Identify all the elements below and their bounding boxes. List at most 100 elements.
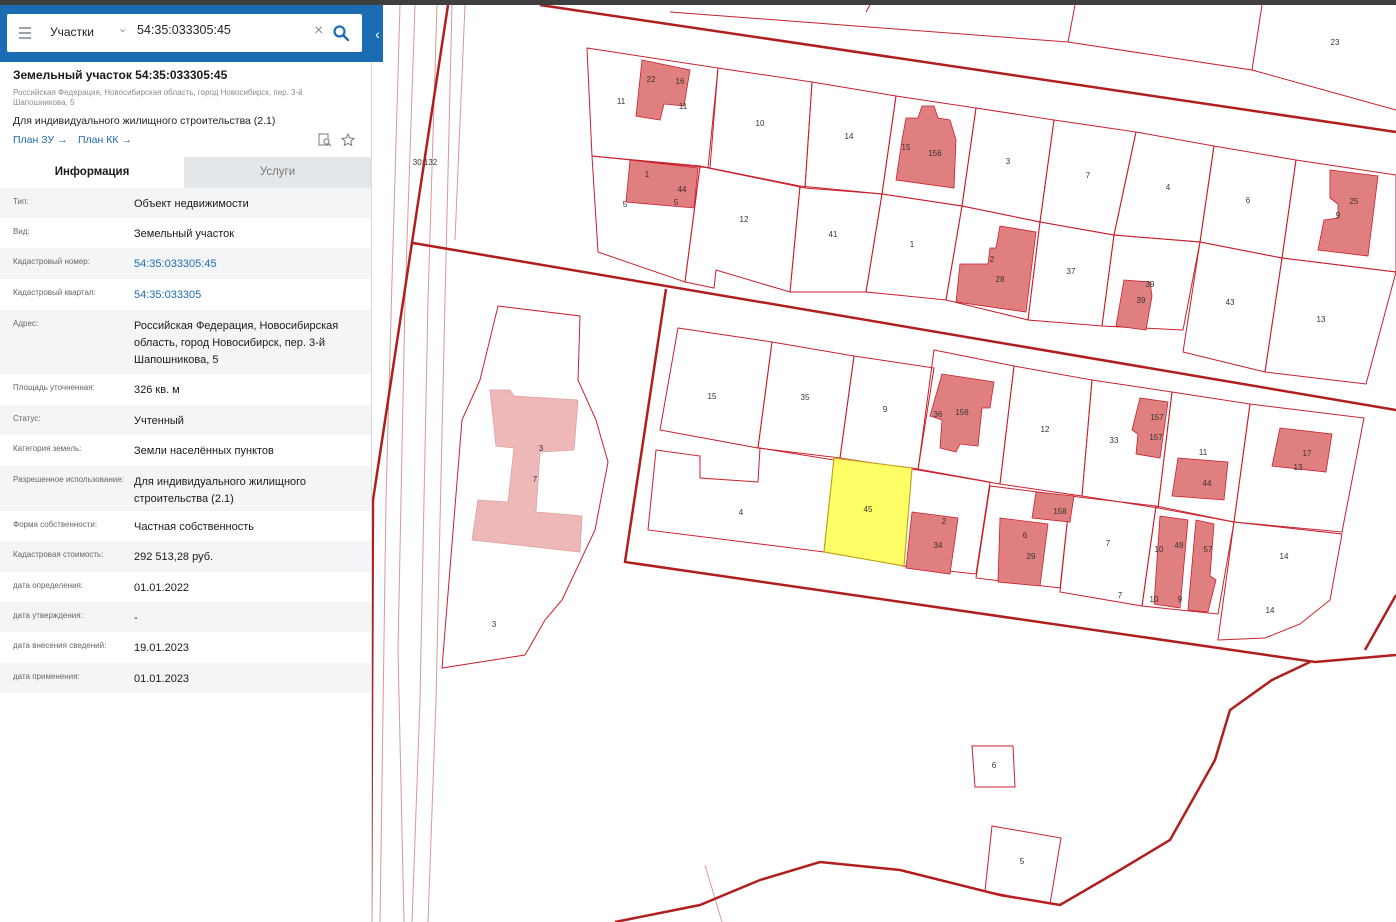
neighbor-building	[471, 389, 583, 553]
tab-information[interactable]: Информация	[0, 157, 184, 188]
row-value: 326 кв. м	[134, 384, 180, 396]
table-row: Вид: Земельный участок	[0, 218, 371, 248]
parcel-number-label: 11	[679, 102, 688, 111]
parcel-number-label: 3	[492, 620, 497, 629]
row-key: Площадь уточненная:	[13, 383, 95, 392]
parcel-number-label: 39	[1146, 280, 1155, 289]
parcel-number-label: 13	[1294, 463, 1303, 472]
row-key: Кадастровый номер:	[13, 257, 90, 266]
row-value: Частная собственность	[134, 521, 255, 533]
info-panel: Участки ⌄ × ‹ Земельный участок 54:35:03…	[0, 5, 383, 922]
parcel-number-label: 5	[674, 198, 679, 207]
parcel-number-label: 43	[1226, 298, 1235, 307]
table-row: Тип: Объект недвижимости	[0, 188, 371, 218]
row-value: 292 513,28 руб.	[134, 551, 214, 563]
block-boundary	[412, 241, 1396, 412]
parcel-number-label: 2	[990, 255, 995, 264]
row-value: Объект недвижимости	[134, 198, 249, 210]
row-key: Кадастровая стоимость:	[13, 550, 104, 559]
parcel-number-label: 3	[539, 444, 544, 453]
row-key: Статус:	[13, 414, 41, 423]
search-input[interactable]	[137, 23, 307, 37]
row-key: дата определения:	[13, 581, 84, 590]
parcel-number-label: 39	[1137, 296, 1146, 305]
parcel-number-label: 9	[1336, 211, 1341, 220]
table-row: Кадастровый номер: 54:35:033305:45	[0, 248, 371, 279]
plan-zu-link[interactable]: План ЗУ →	[13, 134, 68, 146]
row-value: Земельный участок	[134, 228, 235, 240]
parcel-number-label: 158	[1053, 507, 1067, 516]
row-value: 01.01.2023	[134, 673, 190, 685]
parcel-number-label: 4	[1166, 183, 1171, 192]
parcel-number-label: 157	[1150, 413, 1164, 422]
parcel-number-label: 17	[1303, 449, 1312, 458]
road-line	[704, 864, 723, 922]
parcel-number-label: 4	[739, 508, 744, 517]
row-value: -	[134, 612, 138, 624]
parcel-number-label: 44	[1203, 479, 1212, 488]
row-key: дата утверждения:	[13, 611, 83, 620]
road-line	[397, 4, 416, 922]
road-line	[454, 4, 466, 241]
parcel-number-label: 6	[1246, 196, 1251, 205]
row-key: Категория земель:	[13, 444, 82, 453]
plan-kk-link[interactable]: План КК →	[78, 134, 132, 146]
cadastral-quarter-link[interactable]: 54:35:033305	[134, 287, 364, 304]
road-line	[379, 4, 401, 922]
layer-select[interactable]: Участки	[50, 25, 94, 39]
parcel-number-label: 44	[678, 185, 687, 194]
parcel-number-label: 45	[864, 505, 873, 514]
table-row: Площадь уточненная: 326 кв. м	[0, 374, 371, 405]
search-bar: Участки ⌄ × ‹	[0, 5, 383, 62]
parcel-purpose: Для индивидуального жилищного строительс…	[13, 115, 276, 127]
chevron-down-icon[interactable]: ⌄	[118, 22, 127, 35]
map-labels: 30:132231122 16111014151563746 2591445 5124…	[413, 38, 1359, 866]
row-key: Форма собственности:	[13, 520, 98, 529]
row-key: дата внесения сведений:	[13, 641, 107, 650]
parcel-number-label: 10	[756, 119, 765, 128]
parcel-number-label: 10	[1150, 595, 1159, 604]
search-icon[interactable]	[332, 24, 350, 42]
parcel-number-label: 6	[992, 761, 997, 770]
parcel-number-label: 14	[1280, 552, 1289, 561]
parcel-number-label: 57	[1204, 545, 1213, 554]
block-boundary	[369, 4, 450, 922]
table-row: Кадастровая стоимость: 292 513,28 руб.	[0, 541, 371, 572]
tab-services[interactable]: Услуги	[184, 157, 371, 188]
parcel-number-label: 41	[829, 230, 838, 239]
cadastral-number-link[interactable]: 54:35:033305:45	[134, 256, 364, 273]
parcel-number-label: 16	[676, 77, 685, 86]
star-icon[interactable]	[341, 133, 355, 147]
parcel-number-label: 29	[1027, 552, 1036, 561]
parcel-number-label: 1	[910, 240, 915, 249]
row-value: Российская Федерация, Новосибирская обла…	[134, 320, 339, 366]
parcel-number-label: 1	[645, 170, 650, 179]
collapse-panel-icon[interactable]: ‹	[372, 25, 383, 43]
row-value: Учтенный	[134, 415, 184, 427]
parcel-number-label: 12	[1041, 425, 1050, 434]
parcel-number-label: 30:132	[413, 158, 438, 167]
parcel-title: Земельный участок 54:35:033305:45	[13, 68, 228, 82]
row-value: Для индивидуального жилищного строительс…	[134, 476, 307, 505]
close-icon[interactable]: ×	[314, 21, 323, 41]
table-row: дата применения: 01.01.2023	[0, 663, 371, 693]
parcel-number-label: 37	[1067, 267, 1076, 276]
table-row: дата внесения сведений: 19.01.2023	[0, 632, 371, 663]
parcel-number-label: 11	[1199, 448, 1208, 457]
parcel-number-label: 25	[1350, 197, 1359, 206]
parcel-number-label: 15	[708, 392, 717, 401]
parcel-number-label: 22	[647, 75, 656, 84]
parcel-number-label: 15	[902, 143, 911, 152]
parcel-number-label: 28	[996, 275, 1005, 284]
parcel-number-label: 7	[533, 475, 538, 484]
parcel-number-label: 35	[801, 393, 810, 402]
zoom-to-object-icon[interactable]	[318, 133, 332, 147]
row-key: Кадастровый квартал:	[13, 288, 96, 297]
parcel-address: Российская Федерация, Новосибирская обла…	[13, 88, 303, 107]
table-row: Кадастровый квартал: 54:35:033305	[0, 279, 371, 310]
table-row: Форма собственности: Частная собственнос…	[0, 511, 371, 541]
parcel-number-label: 23	[1331, 38, 1340, 47]
parcel-number-label: 13	[1317, 315, 1326, 324]
row-key: Вид:	[13, 227, 30, 236]
menu-icon[interactable]	[19, 27, 31, 39]
